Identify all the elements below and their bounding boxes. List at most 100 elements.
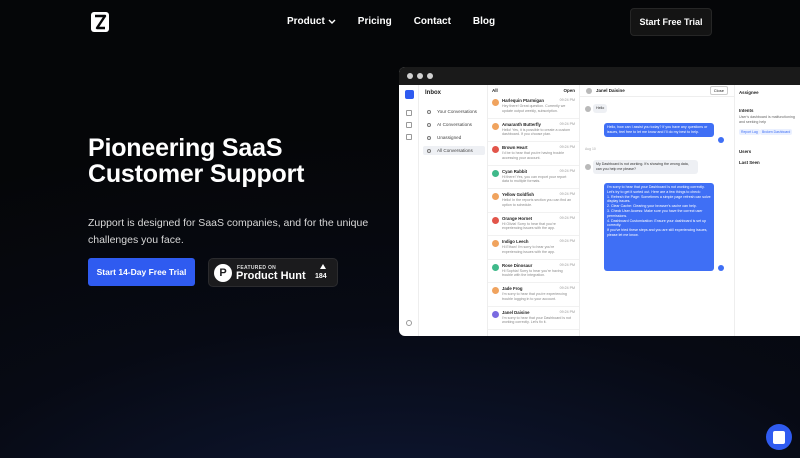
nav-contact[interactable]: Contact xyxy=(414,16,451,27)
sidebar-item-label: All Conversations xyxy=(437,148,473,153)
avatar xyxy=(492,193,499,200)
avatar xyxy=(492,263,499,271)
sidebar-item-all-conversations[interactable]: All Conversations xyxy=(423,146,485,155)
start-free-trial-button[interactable]: Start Free Trial xyxy=(630,8,712,36)
details-panel: Assignee Intents User's dashboard is mal… xyxy=(735,85,800,336)
sidebar-item-ai-conversations[interactable]: AI Conversations xyxy=(423,120,485,129)
app-preview-window: Inbox Your Conversations AI Conversation… xyxy=(399,67,800,336)
conversation-name: Harlequin Ptarmigan xyxy=(502,98,545,103)
chat-message-outgoing: I'm sorry to hear that your Dashboard is… xyxy=(604,183,714,271)
list-item[interactable]: Amaranth Butterfly 09:24 PM Hello! Yes, it… xyxy=(488,119,579,142)
chat-message-incoming: Hello xyxy=(593,104,608,113)
avatar xyxy=(492,310,499,318)
brand-logo-icon[interactable] xyxy=(91,12,109,32)
conversation-items: Harlequin Ptarmigan 09:24 PM Hey there! Gr… xyxy=(488,95,579,330)
sort-dropdown[interactable]: Open xyxy=(563,88,575,93)
assignee-heading: Assignee xyxy=(739,90,759,95)
avatar xyxy=(585,106,591,112)
avatar xyxy=(585,164,591,170)
agent-avatar xyxy=(718,265,724,271)
inbox-sidebar: Inbox Your Conversations AI Conversation… xyxy=(419,85,488,336)
intent-tag: Broken Dashboard xyxy=(760,129,793,135)
avatar xyxy=(586,87,592,94)
conversation-preview: Hey there! Great question. Currently we … xyxy=(502,104,566,113)
start-14-day-trial-button[interactable]: Start 14-Day Free Trial xyxy=(88,258,195,286)
conversation-name: Orange Hornet xyxy=(502,215,533,221)
nav-blog[interactable]: Blog xyxy=(473,16,495,27)
conversation-time: 09:24 PM xyxy=(559,239,575,243)
contacts-icon[interactable] xyxy=(406,122,412,128)
nav-product[interactable]: Product xyxy=(287,16,336,27)
unassigned-icon xyxy=(427,135,431,140)
settings-icon[interactable] xyxy=(406,134,412,140)
conversation-time: 09:24 PM xyxy=(559,262,575,267)
inbox-icon[interactable] xyxy=(406,110,412,116)
message-timestamp: Aug 10 xyxy=(585,147,596,151)
conversation-time: 09:24 PM xyxy=(559,168,575,173)
app-icon-rail xyxy=(399,85,419,336)
close-conversation-button[interactable]: Close xyxy=(709,86,728,95)
top-nav: Product Pricing Contact Blog Start Free … xyxy=(0,0,800,44)
nav-links: Product Pricing Contact Blog xyxy=(287,16,495,27)
inbox-icon xyxy=(427,148,431,153)
conversation-time: 09:24 PM xyxy=(559,215,575,220)
conversation-preview: Hi Olivia! Sorry to hear that you're exp… xyxy=(502,221,556,231)
sidebar-item-your-conversations[interactable]: Your Conversations xyxy=(423,107,485,116)
list-item[interactable]: Orange Hornet 09:24 PM Hi Olivia! Sorry to… xyxy=(488,213,579,236)
window-dot-icon xyxy=(427,73,433,79)
conversation-preview: I'm sorry to hear that your Dashboard is… xyxy=(502,315,571,325)
nav-product-label: Product xyxy=(287,16,325,27)
list-item[interactable]: Yellow Goldfish 09:24 PM Hello! In the rep… xyxy=(488,189,579,213)
conversation-name: Amaranth Butterfly xyxy=(502,121,541,127)
avatar xyxy=(492,146,499,153)
sidebar-item-unassigned[interactable]: Unassigned xyxy=(423,133,485,142)
conversation-time: 09:24 PM xyxy=(559,121,575,126)
conversation-name: Indigo Leech xyxy=(502,239,529,244)
conversation-name: Brown Heart xyxy=(502,145,528,150)
conversation-list-header: All Open xyxy=(488,85,579,95)
conversation-name: Yellow Goldfish xyxy=(502,192,534,197)
list-item[interactable]: Cyan Rabbit 09:24 PM Hi there! Yes, you ca… xyxy=(488,166,579,189)
hero-title: Pioneering SaaS Customer Support xyxy=(88,135,304,187)
list-item[interactable]: Jade Frog 09:24 PM I'm sorry to hear that … xyxy=(488,283,579,307)
nav-pricing[interactable]: Pricing xyxy=(358,16,392,27)
window-dot-icon xyxy=(417,73,423,79)
hero-title-line-1: Pioneering SaaS xyxy=(88,134,283,162)
window-titlebar xyxy=(399,67,800,85)
filter-dropdown[interactable]: All xyxy=(492,88,498,93)
inbox-title: Inbox xyxy=(425,90,441,96)
conversation-time: 09:24 PM xyxy=(559,286,575,290)
last-seen-heading: Last Seen xyxy=(739,160,760,165)
list-item[interactable]: Harlequin Ptarmigan 09:24 PM Hey there! Gr… xyxy=(488,95,579,119)
sidebar-item-label: Unassigned xyxy=(437,135,462,140)
conversation-time: 09:24 PM xyxy=(559,192,575,196)
intent-summary: User's dashboard is malfunctioning and s… xyxy=(739,115,795,124)
hero-title-line-2: Customer Support xyxy=(88,160,305,188)
chevron-down-icon xyxy=(328,19,336,24)
product-hunt-badge[interactable]: P FEATURED ON Product Hunt 184 xyxy=(208,258,338,287)
chat-message-outgoing: Hello, how can I assist you today? If yo… xyxy=(604,123,714,137)
gear-icon[interactable] xyxy=(406,320,412,326)
agent-avatar xyxy=(718,137,724,143)
conversation-time: 09:24 PM xyxy=(559,309,575,314)
list-item[interactable]: Rose Dinosaur 09:24 PM Hi Sophia! Sorry to… xyxy=(488,260,579,283)
conversation-name: Janel Daisine xyxy=(502,309,530,315)
upvote-arrow-icon xyxy=(320,264,326,269)
users-heading: Users xyxy=(739,149,752,154)
conversation-preview: Hi there! Yes, you can export your repor… xyxy=(502,174,567,184)
ai-icon xyxy=(427,122,431,127)
chat-contact-name: Janel Daisine xyxy=(596,88,625,93)
chat-widget-button[interactable] xyxy=(766,424,792,450)
chat-header: Janel Daisine Close xyxy=(580,85,734,97)
chat-panel: Janel Daisine Close Hello Aug 10 Hello, … xyxy=(580,85,735,336)
conversation-list: All Open Harlequin Ptarmigan 09:24 PM Hey … xyxy=(488,85,580,336)
conversation-preview: Hi Ethan! I'm sorry to hear you're exper… xyxy=(502,245,555,254)
conversation-preview: Hello! In the reports section you can fi… xyxy=(502,198,572,207)
list-item[interactable]: Brown Heart 09:24 PM I'd be to hear that y… xyxy=(488,142,579,166)
product-hunt-label: Product Hunt xyxy=(236,270,306,282)
intents-heading: Intents xyxy=(739,108,754,113)
list-item[interactable]: Indigo Leech 09:24 PM Hi Ethan! I'm sorry … xyxy=(488,236,579,260)
sidebar-item-label: Your Conversations xyxy=(437,109,477,114)
list-item[interactable]: Janel Daisine 09:24 PM I'm sorry to hear t… xyxy=(488,307,579,330)
conversation-name: Rose Dinosaur xyxy=(502,262,533,268)
